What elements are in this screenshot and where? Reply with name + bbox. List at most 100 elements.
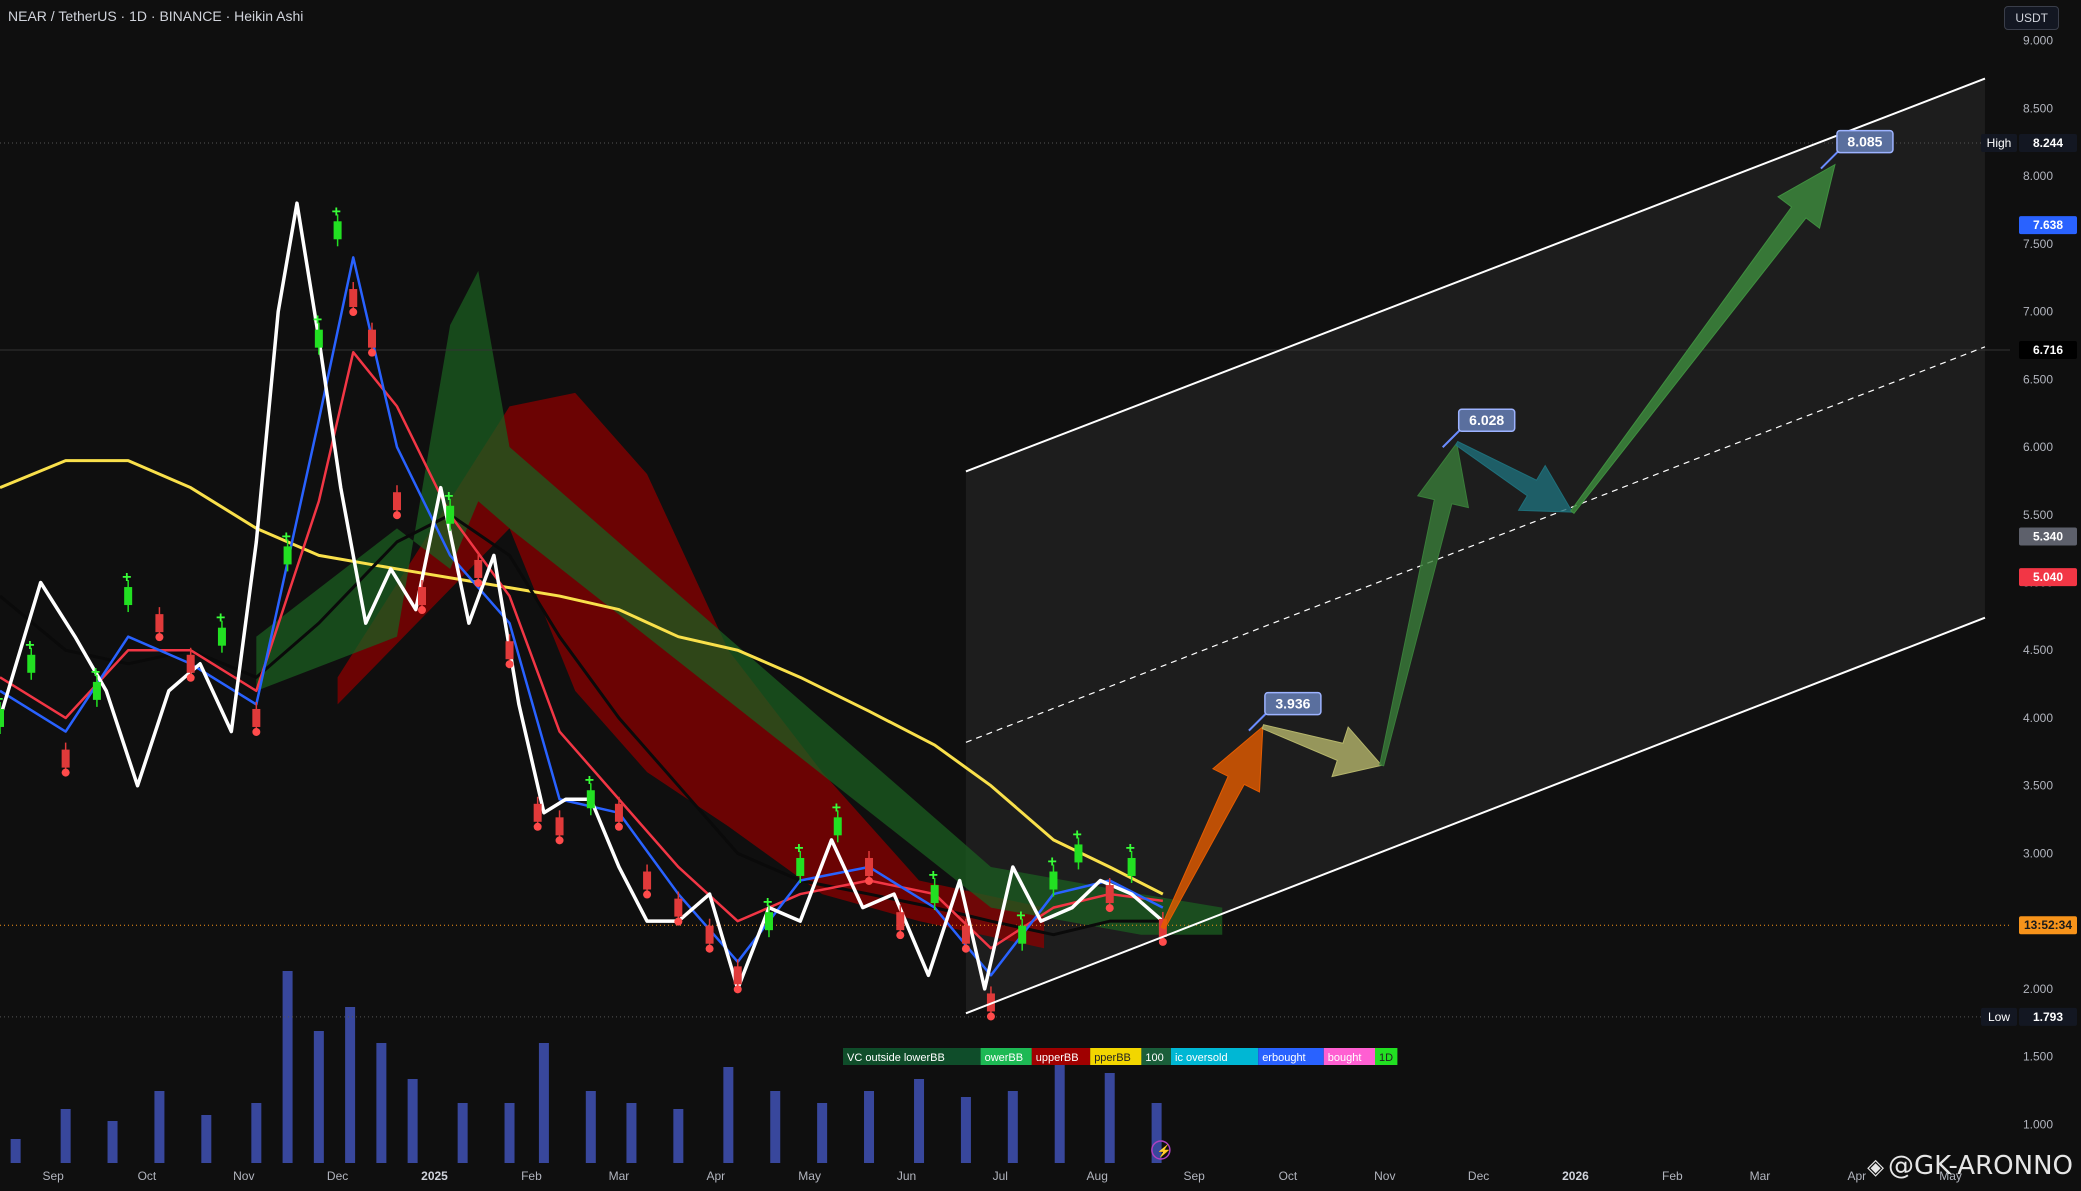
x-axis-tick-label: Apr xyxy=(707,1169,726,1183)
symbol-title: NEAR / TetherUS · 1D · BINANCE · Heikin … xyxy=(8,8,304,24)
y-axis-tick-label: 8.500 xyxy=(2023,101,2053,115)
axis-price-badge-text: 6.716 xyxy=(2033,343,2063,357)
buy-signal-marker: + xyxy=(1126,840,1135,857)
chart-area[interactable]: + + + + + + + + + + + + + + + + + +3.936 6.028 8.085 VC outs… xyxy=(0,0,2081,1191)
y-axis-tick-label: 5.500 xyxy=(2023,508,2053,522)
volume-bar xyxy=(770,1091,781,1163)
buy-signal-marker: + xyxy=(832,799,841,816)
sell-signal-marker xyxy=(674,917,683,926)
sell-signal-marker xyxy=(61,768,70,777)
buy-signal-marker: + xyxy=(444,488,453,505)
y-axis-tick-label: 4.000 xyxy=(2023,711,2053,725)
volume-bar xyxy=(864,1091,875,1163)
legend-chip-label: ic oversold xyxy=(1175,1052,1228,1064)
legend-chip-label: owerBB xyxy=(985,1052,1024,1064)
volume-bar xyxy=(914,1079,925,1163)
sell-signal-marker xyxy=(614,822,623,831)
legend-chip-label: VC outside lowerBB xyxy=(847,1052,945,1064)
volume-bar xyxy=(1007,1091,1018,1163)
sell-signal-marker xyxy=(705,944,714,953)
x-axis-tick-label: Nov xyxy=(1374,1169,1395,1183)
buy-signal-marker: + xyxy=(282,528,291,545)
x-axis-tick-label: Mar xyxy=(609,1169,630,1183)
volume-bar xyxy=(107,1121,118,1163)
axis-price-badge-text: 1.793 xyxy=(2033,1010,2063,1024)
volume-bar xyxy=(10,1139,21,1163)
watermark-text: @GK-ARONNO xyxy=(1888,1151,2073,1181)
y-axis-tick-label: 1.000 xyxy=(2023,1117,2053,1131)
volume-bar xyxy=(376,1043,387,1163)
buy-signal-marker: + xyxy=(91,664,100,681)
axis-tag-label: Low xyxy=(1988,1010,2010,1024)
volume-bar xyxy=(282,971,293,1163)
axis-price-badge-text: 5.340 xyxy=(2033,529,2063,543)
buy-signal-marker: + xyxy=(0,691,3,708)
buy-signal-marker: + xyxy=(763,894,772,911)
x-axis-tick-label: 2025 xyxy=(421,1169,448,1183)
axis-price-badge-text: 5.040 xyxy=(2033,570,2063,584)
volume-bar xyxy=(960,1097,971,1163)
sell-signal-marker xyxy=(733,985,742,994)
volume-bar xyxy=(817,1103,828,1163)
target-label-text: 3.936 xyxy=(1275,696,1310,712)
buy-signal-marker: + xyxy=(1016,908,1025,925)
volume-bar xyxy=(154,1091,165,1163)
volume-bar xyxy=(457,1103,468,1163)
buy-signal-marker: + xyxy=(1072,826,1081,843)
y-axis-tick-label: 6.500 xyxy=(2023,372,2053,386)
y-axis-tick-label: 6.000 xyxy=(2023,440,2053,454)
sell-signal-marker xyxy=(533,822,542,831)
axis-price-badge-text: 8.244 xyxy=(2033,136,2063,150)
buy-signal-marker: + xyxy=(332,203,341,220)
buy-signal-marker: + xyxy=(585,772,594,789)
x-axis-tick-label: Jun xyxy=(897,1169,916,1183)
axis-price-badge-text: 13:52:34 xyxy=(2024,918,2072,932)
volume-bar xyxy=(407,1079,418,1163)
sell-signal-marker xyxy=(252,727,261,736)
buy-signal-marker: + xyxy=(122,569,131,586)
x-axis-tick-label: Apr xyxy=(1847,1169,1866,1183)
price-chart[interactable]: + + + + + + + + + + + + + + + + + +3.936 6.028 8.085 VC outs… xyxy=(0,0,2081,1191)
y-axis-tick-label: 4.500 xyxy=(2023,643,2053,657)
buy-signal-marker: + xyxy=(313,312,322,329)
sell-signal-marker xyxy=(896,931,905,940)
sell-signal-marker xyxy=(1158,937,1167,946)
legend-chip-label: upperBB xyxy=(1036,1052,1079,1064)
sell-signal-marker xyxy=(961,944,970,953)
sell-signal-marker xyxy=(1105,904,1114,913)
x-axis-tick-label: Dec xyxy=(327,1169,348,1183)
volume-bar xyxy=(345,1007,356,1163)
buy-signal-marker: + xyxy=(929,867,938,884)
y-axis-tick-label: 2.000 xyxy=(2023,982,2053,996)
y-axis-tick-label: 3.000 xyxy=(2023,846,2053,860)
axis-price-badge-text: 7.638 xyxy=(2033,218,2063,232)
volume-bar xyxy=(723,1067,734,1163)
x-axis-tick-label: 2026 xyxy=(1562,1169,1589,1183)
sell-signal-marker xyxy=(349,308,358,317)
sell-signal-marker xyxy=(643,890,652,899)
volume-bar xyxy=(1054,1055,1065,1163)
volume-bar xyxy=(538,1043,549,1163)
sell-signal-marker xyxy=(986,1012,995,1021)
x-axis-tick-label: Feb xyxy=(1662,1169,1683,1183)
currency-button[interactable]: USDT xyxy=(2004,6,2059,30)
sell-signal-marker xyxy=(474,578,483,587)
volume-bar xyxy=(673,1109,684,1163)
volume-bar xyxy=(201,1115,212,1163)
x-axis-tick-label: May xyxy=(798,1169,821,1183)
legend-chip-label: 1D xyxy=(1379,1052,1393,1064)
buy-signal-marker: + xyxy=(216,610,225,627)
buy-signal-marker: + xyxy=(25,637,34,654)
y-axis-tick-label: 7.000 xyxy=(2023,305,2053,319)
sell-signal-marker xyxy=(392,511,401,520)
buy-signal-marker: + xyxy=(1047,854,1056,871)
legend-chip-label: bought xyxy=(1328,1052,1362,1064)
volume-bar xyxy=(504,1103,515,1163)
y-axis-tick-label: 3.500 xyxy=(2023,779,2053,793)
sell-signal-marker xyxy=(367,348,376,357)
x-axis-tick-label: Aug xyxy=(1087,1169,1108,1183)
x-axis-tick-label: Sep xyxy=(1183,1169,1205,1183)
sell-signal-marker xyxy=(555,836,564,845)
author-watermark: ◈ @GK-ARONNO xyxy=(1867,1151,2073,1181)
volume-bar xyxy=(313,1031,324,1163)
